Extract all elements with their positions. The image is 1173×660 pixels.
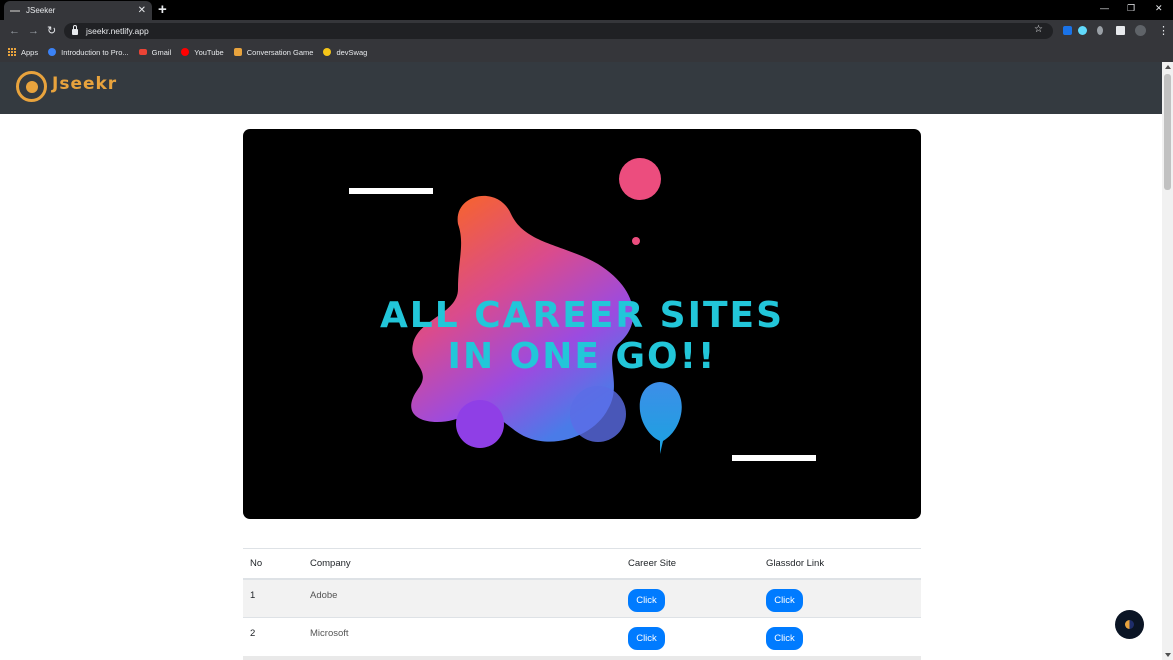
scroll-down-icon[interactable] — [1165, 653, 1171, 657]
youtube-icon — [181, 48, 190, 56]
bookmark-introduction[interactable]: Introduction to Pro... — [48, 48, 129, 57]
scroll-up-icon[interactable] — [1165, 65, 1171, 69]
address-bar[interactable]: jseekr.netlify.app ☆ — [64, 23, 1053, 39]
bookmark-label: YouTube — [194, 47, 224, 57]
bookmark-label: Introduction to Pro... — [61, 47, 129, 57]
bookmark-conversation-game[interactable]: Conversation Game — [233, 47, 314, 57]
glassdoor-button[interactable]: Click — [766, 627, 803, 650]
table-row: 1 Adobe Click Click — [243, 578, 921, 618]
site-navbar: Jseekr — [0, 62, 1162, 114]
header-career-site: Career Site — [621, 548, 759, 580]
tab-close-icon[interactable]: ✕ — [138, 5, 146, 16]
tab-title: JSeeker — [26, 6, 56, 15]
banner-line-1: ALL CAREER SITES — [379, 295, 785, 336]
reload-icon[interactable]: ↻ — [47, 24, 56, 38]
header-glassdoor-link: Glassdor Link — [759, 548, 921, 580]
bookmark-gmail[interactable]: Gmail — [138, 47, 172, 57]
decorative-line — [349, 188, 433, 194]
glassdoor-button[interactable]: Click — [766, 588, 803, 612]
table-header-row: No Company Career Site Glassdor Link — [243, 548, 921, 580]
smiley-icon — [323, 48, 332, 56]
hero-banner: ALL CAREER SITES IN ONE GO!! — [243, 129, 921, 519]
career-site-cell: Click — [621, 617, 759, 657]
react-devtools-icon[interactable] — [1078, 26, 1087, 35]
half-moon-icon — [1125, 620, 1134, 629]
company-name: Adobe — [303, 578, 621, 618]
banner-line-2: IN ONE GO!! — [447, 336, 717, 377]
next-row-edge — [243, 656, 921, 660]
dark-mode-toggle[interactable] — [1115, 610, 1144, 639]
minimize-icon[interactable]: — — [1100, 3, 1109, 13]
close-window-icon[interactable]: ✕ — [1155, 3, 1163, 14]
browser-tab[interactable]: JSeeker ✕ — [4, 1, 152, 20]
row-number: 2 — [243, 617, 303, 657]
bookmark-label: Apps — [21, 47, 39, 57]
bookmark-label: Conversation Game — [246, 47, 314, 57]
url-text: jseekr.netlify.app — [86, 26, 149, 36]
company-name: Microsoft — [303, 617, 621, 657]
career-site-cell: Click — [621, 578, 759, 618]
browser-toolbar: ← → ↻ jseekr.netlify.app ☆ ⋮ — [0, 20, 1173, 42]
scroll-thumb[interactable] — [1164, 74, 1171, 190]
bookmark-label: devSwag — [336, 47, 368, 57]
menu-icon[interactable]: ⋮ — [1158, 24, 1169, 38]
bookmark-label: Gmail — [151, 47, 172, 57]
career-site-button[interactable]: Click — [628, 627, 665, 650]
bookmark-apps[interactable]: Apps — [8, 48, 38, 57]
row-number: 1 — [243, 578, 303, 618]
logo-icon[interactable] — [16, 71, 47, 102]
tab-favicon-icon — [10, 9, 20, 12]
career-site-button[interactable]: Click — [628, 588, 665, 612]
bookmark-star-icon[interactable]: ☆ — [1034, 24, 1043, 35]
browser-tab-bar: JSeeker ✕ + — ❐ ✕ — [0, 0, 1173, 20]
page-scrollbar[interactable] — [1162, 62, 1173, 660]
apps-grid-icon — [8, 48, 16, 56]
new-tab-icon[interactable]: + — [158, 2, 167, 17]
forward-icon[interactable]: → — [28, 24, 39, 38]
profile-avatar-icon[interactable] — [1135, 25, 1146, 36]
header-no: No — [243, 548, 303, 580]
table-row: 2 Microsoft Click Click — [243, 617, 921, 657]
header-company: Company — [303, 548, 621, 580]
puzzle-extensions-icon[interactable] — [1116, 26, 1125, 35]
bookmark-youtube[interactable]: YouTube — [181, 47, 224, 57]
logo-text[interactable]: Jseekr — [52, 74, 117, 94]
glassdoor-cell: Click — [759, 578, 921, 618]
extension-icon[interactable] — [1097, 26, 1103, 35]
companies-table: No Company Career Site Glassdor Link 1 A… — [243, 548, 921, 657]
bookmarks-bar: Apps Introduction to Pro... Gmail YouTub… — [0, 42, 1173, 62]
s-logo-icon — [48, 48, 57, 56]
decorative-line — [732, 455, 816, 461]
bookmark-devswag[interactable]: devSwag — [323, 48, 367, 57]
restore-icon[interactable]: ❐ — [1127, 3, 1135, 14]
back-icon[interactable]: ← — [9, 24, 20, 38]
gmail-icon — [138, 49, 147, 55]
lock-icon — [72, 25, 78, 35]
game-icon — [233, 48, 242, 56]
extension-icon[interactable] — [1063, 26, 1072, 35]
banner-headline: ALL CAREER SITES IN ONE GO!! — [243, 295, 921, 377]
glassdoor-cell: Click — [759, 617, 921, 657]
